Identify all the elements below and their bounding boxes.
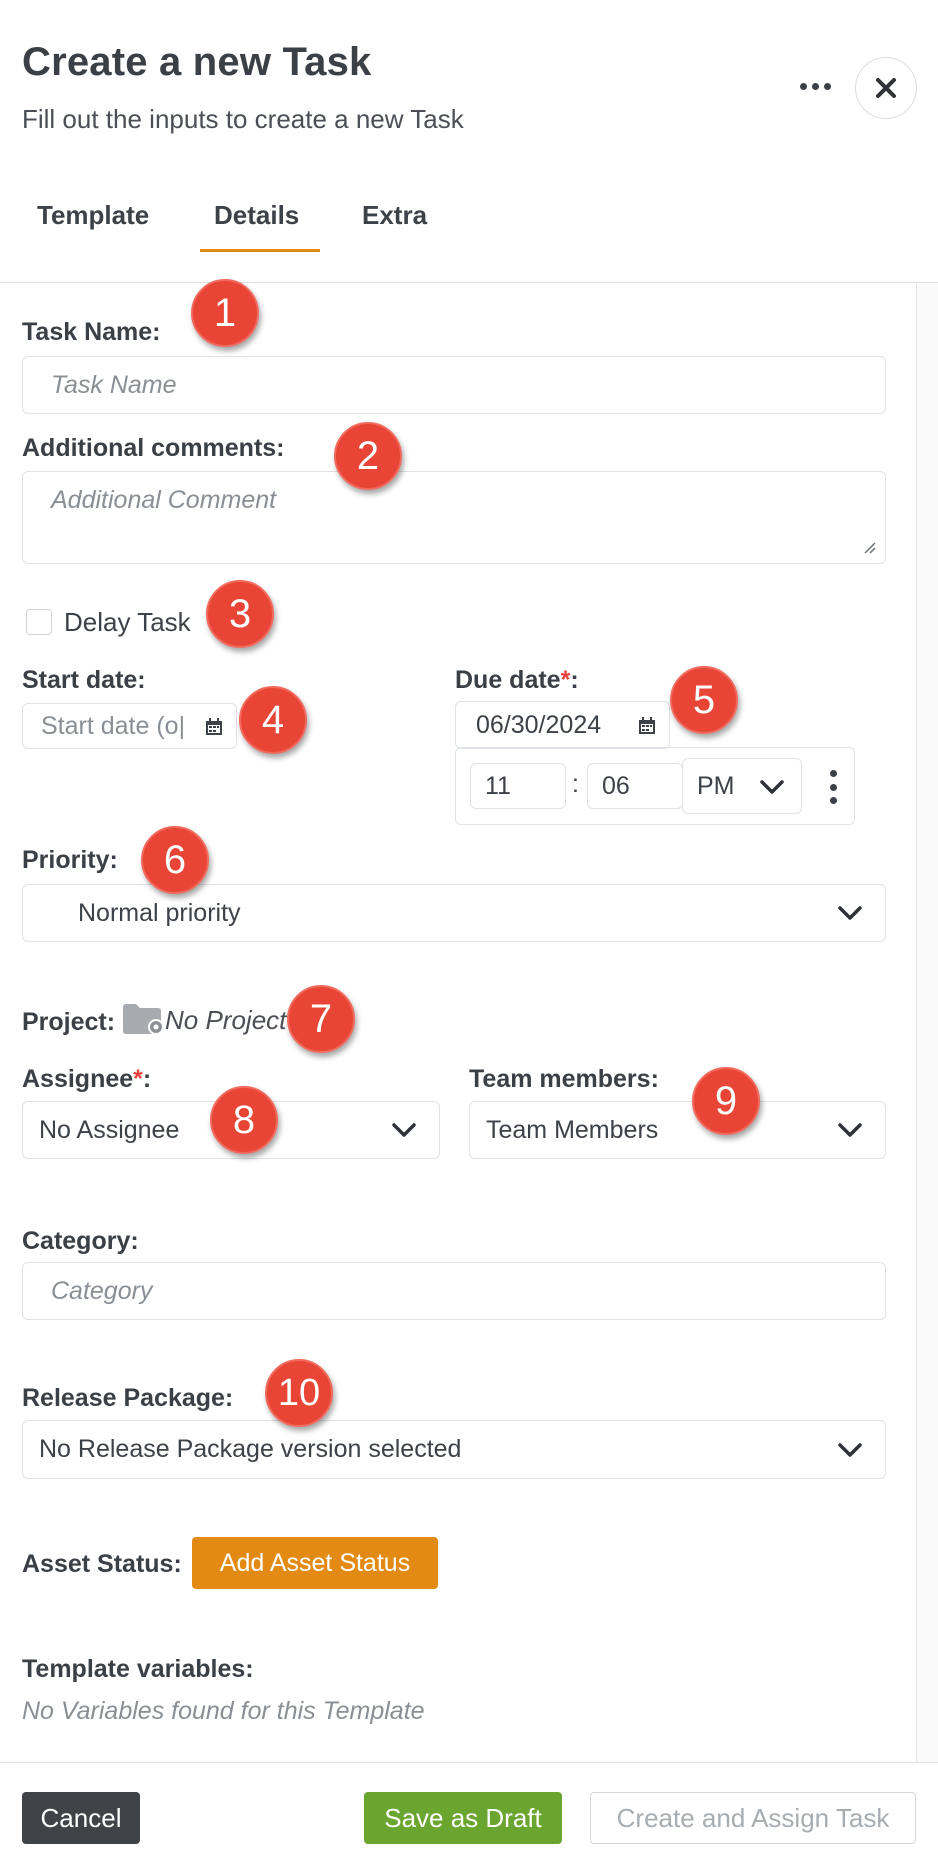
start-date-label: Start date:	[22, 666, 146, 694]
start-date-input[interactable]: Start date (o|	[22, 703, 237, 749]
category-input[interactable]: Category	[22, 1262, 886, 1320]
template-variables-label: Template variables:	[22, 1655, 254, 1683]
page-subtitle: Fill out the inputs to create a new Task	[22, 104, 464, 134]
tab-template[interactable]: Template	[37, 200, 149, 231]
kebab-icon[interactable]	[826, 770, 840, 804]
save-draft-button[interactable]: Save as Draft	[364, 1792, 562, 1844]
hour-input[interactable]: 11	[470, 763, 566, 809]
resize-handle-icon[interactable]	[861, 539, 877, 555]
annotation-badge: 9	[692, 1067, 760, 1135]
tab-extra[interactable]: Extra	[362, 200, 427, 231]
template-variables-empty: No Variables found for this Template	[22, 1697, 425, 1725]
release-package-select[interactable]: No Release Package version selected	[22, 1420, 886, 1479]
footer-divider	[0, 1762, 938, 1763]
minute-input[interactable]: 06	[587, 763, 683, 809]
annotation-badge: 10	[265, 1359, 333, 1427]
team-members-select[interactable]: Team Members	[469, 1101, 886, 1159]
close-button[interactable]	[855, 57, 917, 119]
release-package-label: Release Package:	[22, 1384, 234, 1412]
priority-value: Normal priority	[78, 898, 241, 927]
page-title: Create a new Task	[22, 40, 372, 84]
ampm-value: PM	[697, 771, 735, 800]
team-members-label: Team members:	[469, 1065, 659, 1093]
cancel-button[interactable]: Cancel	[22, 1792, 140, 1844]
comments-placeholder: Additional Comment	[51, 486, 277, 514]
comments-textarea[interactable]: Additional Comment	[22, 471, 886, 564]
category-placeholder: Category	[51, 1276, 153, 1305]
task-name-input[interactable]: Task Name	[22, 356, 886, 414]
add-asset-status-button[interactable]: Add Asset Status	[192, 1537, 438, 1589]
project-value[interactable]: No Project	[165, 1005, 290, 1036]
required-mark: *	[560, 666, 571, 694]
project-label: Project:	[22, 1008, 116, 1036]
tab-details[interactable]: Details	[214, 200, 299, 231]
priority-select[interactable]: Normal priority	[22, 884, 886, 942]
priority-label: Priority:	[22, 846, 118, 874]
annotation-badge: 7	[287, 985, 355, 1053]
assignee-value: No Assignee	[39, 1115, 180, 1144]
time-separator: :	[572, 770, 579, 798]
annotation-badge: 8	[210, 1086, 278, 1154]
chevron-down-icon	[760, 780, 784, 794]
scrollbar[interactable]	[916, 284, 938, 1762]
create-assign-task-button[interactable]: Create and Assign Task	[590, 1792, 916, 1844]
delay-task-checkbox[interactable]	[26, 609, 52, 635]
more-options-button[interactable]	[790, 66, 840, 106]
annotation-badge: 5	[670, 666, 738, 734]
calendar-icon[interactable]	[204, 717, 224, 737]
comments-label: Additional comments:	[22, 434, 285, 462]
required-mark: *	[133, 1065, 143, 1093]
annotation-badge: 3	[206, 580, 274, 648]
ampm-select[interactable]: PM	[682, 758, 802, 814]
calendar-icon[interactable]	[637, 716, 657, 736]
annotation-badge: 2	[334, 422, 402, 490]
category-label: Category:	[22, 1227, 139, 1255]
chevron-down-icon	[392, 1123, 416, 1137]
chevron-down-icon	[838, 1123, 862, 1137]
more-icon	[799, 82, 831, 90]
due-date-value: 06/30/2024	[476, 710, 602, 739]
due-date-input[interactable]: 06/30/2024	[455, 701, 670, 749]
annotation-badge: 1	[191, 279, 259, 347]
chevron-down-icon	[838, 906, 862, 920]
active-tab-indicator	[200, 249, 320, 252]
tabs-divider	[0, 282, 938, 283]
folder-gear-icon	[123, 1004, 164, 1035]
task-name-label: Task Name:	[22, 318, 161, 346]
task-name-placeholder: Task Name	[51, 370, 177, 399]
team-members-value: Team Members	[486, 1115, 659, 1144]
chevron-down-icon	[838, 1442, 862, 1457]
annotation-badge: 4	[239, 686, 307, 754]
assignee-label: Assignee*:	[22, 1065, 152, 1093]
asset-status-label: Asset Status:	[22, 1550, 182, 1578]
delay-task-label[interactable]: Delay Task	[64, 607, 191, 638]
close-icon	[876, 78, 896, 98]
release-package-value: No Release Package version selected	[39, 1435, 462, 1463]
annotation-badge: 6	[141, 826, 209, 894]
start-date-placeholder: Start date (o|	[41, 711, 186, 740]
due-date-label: Due date*:	[455, 666, 579, 694]
